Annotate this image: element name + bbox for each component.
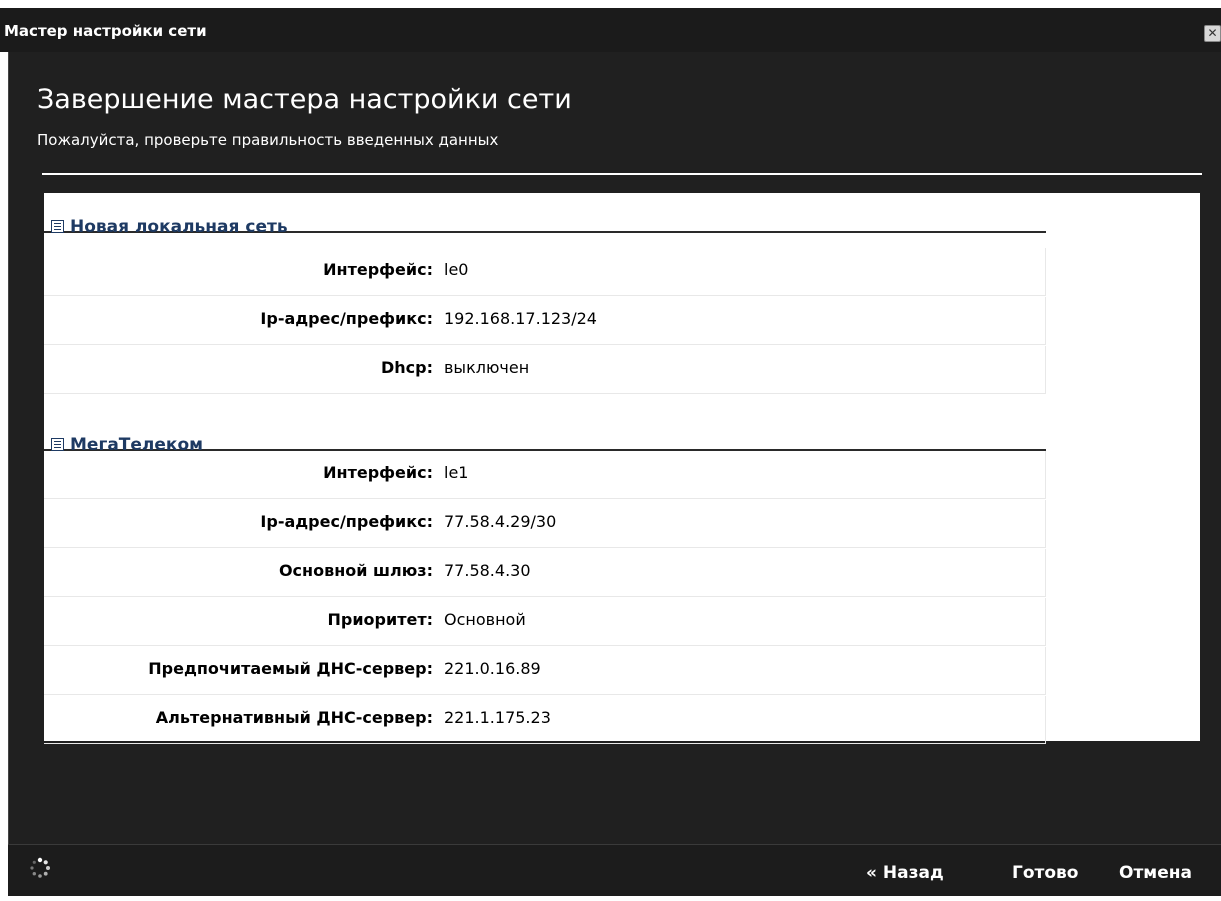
- summary-row: Ip-адрес/префикс: 77.58.4.29/30: [44, 500, 1046, 548]
- summary-row: Основной шлюз: 77.58.4.30: [44, 549, 1046, 597]
- row-value: le0: [444, 260, 469, 279]
- collapse-icon[interactable]: [51, 220, 64, 233]
- summary-row: Альтернативный ДНС-сервер: 221.1.175.23: [44, 696, 1046, 744]
- row-value: 221.1.175.23: [444, 708, 551, 727]
- title-bar: Мастер настройки сети ✕: [0, 8, 1221, 52]
- row-value: 77.58.4.30: [444, 561, 531, 580]
- summary-row: Интерфейс: le0: [44, 248, 1046, 296]
- row-label: Dhcp:: [380, 358, 433, 377]
- back-button[interactable]: « Назад: [866, 863, 944, 883]
- window-title: Мастер настройки сети: [4, 22, 207, 40]
- loading-spinner-icon: [30, 857, 50, 878]
- summary-panel: Новая локальная сеть Интерфейс: le0 Ip-а…: [44, 193, 1200, 744]
- row-value: le1: [444, 463, 469, 482]
- page-title: Завершение мастера настройки сети: [37, 84, 572, 115]
- row-label: Основной шлюз:: [278, 561, 433, 580]
- close-icon[interactable]: ✕: [1204, 25, 1221, 42]
- wizard-window: Мастер настройки сети ✕ Завершение масте…: [0, 0, 1221, 901]
- summary-row: Приоритет: Основной: [44, 598, 1046, 646]
- section-header-megatelecom[interactable]: МегаТелеком: [44, 411, 1046, 455]
- summary-row: Dhcp: выключен: [44, 346, 1046, 394]
- row-label: Интерфейс:: [323, 463, 433, 482]
- page-subtitle: Пожалуйста, проверьте правильность введе…: [37, 131, 499, 149]
- row-value: 192.168.17.123/24: [444, 309, 597, 328]
- summary-row: Предпочитаемый ДНС-сервер: 221.0.16.89: [44, 647, 1046, 695]
- done-button[interactable]: Готово: [1012, 863, 1078, 883]
- row-value: 77.58.4.29/30: [444, 512, 557, 531]
- wizard-footer: « Назад Готово Отмена: [8, 845, 1221, 896]
- cancel-button[interactable]: Отмена: [1119, 863, 1192, 883]
- row-label: Альтернативный ДНС-сервер:: [155, 708, 433, 727]
- header-divider: [42, 173, 1202, 175]
- collapse-icon[interactable]: [51, 438, 64, 451]
- row-value: Основной: [444, 610, 526, 629]
- section-header-local-network[interactable]: Новая локальная сеть: [44, 193, 1046, 237]
- row-label: Интерфейс:: [323, 260, 433, 279]
- row-value: 221.0.16.89: [444, 659, 541, 678]
- summary-row: Ip-адрес/префикс: 192.168.17.123/24: [44, 297, 1046, 345]
- row-label: Ip-адрес/префикс:: [260, 309, 433, 328]
- section-title: Новая локальная сеть: [70, 217, 288, 237]
- summary-row: Интерфейс: le1: [44, 451, 1046, 499]
- row-value: выключен: [444, 358, 530, 377]
- row-label: Ip-адрес/префикс:: [260, 512, 433, 531]
- row-label: Приоритет:: [327, 610, 433, 629]
- row-label: Предпочитаемый ДНС-сервер:: [148, 659, 433, 678]
